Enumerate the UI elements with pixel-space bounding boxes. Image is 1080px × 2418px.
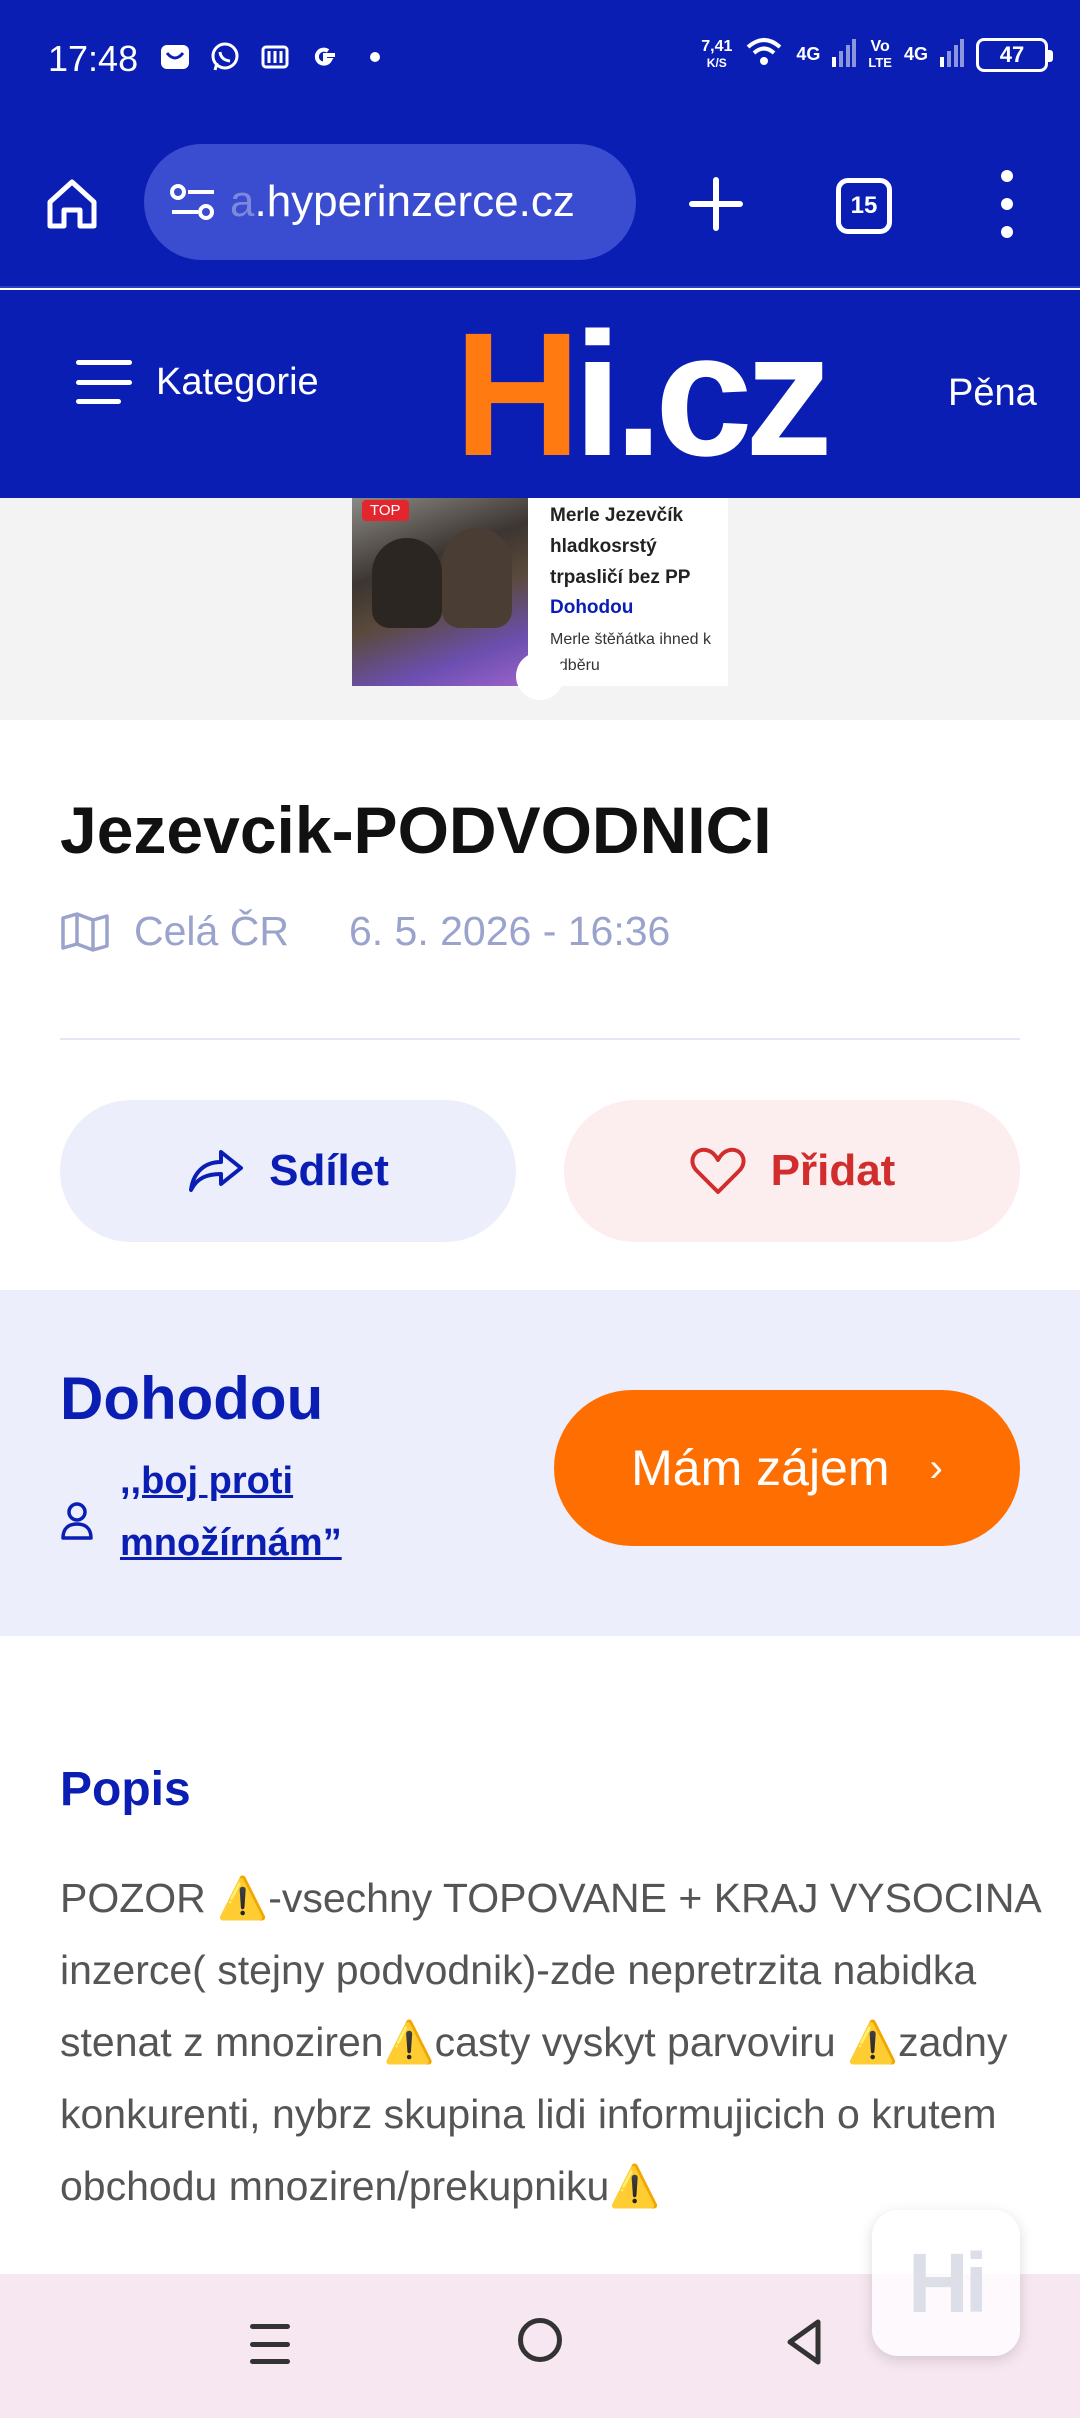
- new-tab-button[interactable]: [684, 172, 748, 236]
- plus-icon: [689, 177, 743, 231]
- top-badge: TOP: [362, 500, 409, 521]
- net-speed-value: 7,41: [701, 37, 733, 55]
- promo-strip: TOP Merle Jezevčík hladkosrstý trpasličí…: [0, 498, 1080, 720]
- back-button[interactable]: [784, 2318, 824, 2366]
- header-right-link[interactable]: Pěna: [948, 372, 1037, 415]
- home-button[interactable]: [40, 172, 104, 236]
- battery-icon: 47: [976, 37, 1053, 72]
- volte: Vo LTE: [868, 37, 892, 71]
- recents-button[interactable]: [250, 2324, 290, 2364]
- listing-title: Jezevcik-PODVODNICI: [60, 793, 772, 867]
- description-text: POZOR ⚠️-vsechny TOPOVANE + KRAJ VYSOCIN…: [60, 1875, 1040, 2209]
- promo-price: Dohodou: [550, 597, 634, 618]
- share-icon: [189, 1150, 244, 1192]
- add-label: Přidat: [770, 1146, 896, 1195]
- url-text: a.hyperinzerce.cz: [230, 177, 575, 227]
- browser-menu-button[interactable]: [990, 170, 1024, 238]
- network-type-2: 4G: [903, 44, 928, 64]
- share-button[interactable]: Sdílet: [60, 1100, 516, 1242]
- share-label: Sdílet: [269, 1146, 389, 1195]
- address-bar[interactable]: a.hyperinzerce.cz: [144, 144, 636, 260]
- net-speed: 7,41 K/S: [701, 37, 733, 71]
- network-type-1: 4G: [796, 44, 821, 64]
- home-icon: [47, 179, 97, 229]
- description-section: Popis POZOR ⚠️-vsechny TOPOVANE + KRAJ V…: [0, 1636, 1080, 2276]
- categories-button[interactable]: Kategorie: [76, 360, 319, 404]
- interest-button[interactable]: Mám zájem ›: [554, 1390, 1020, 1546]
- categories-label: Kategorie: [156, 360, 319, 403]
- wifi-icon: [744, 36, 784, 73]
- site-logo[interactable]: Hi.cz: [454, 307, 833, 483]
- screen: 17:48 7,41 K/S 4G Vo LTE 4G 47 a.hyperin…: [0, 0, 1080, 2418]
- price: Dohodou: [60, 1365, 324, 1432]
- listing-meta: Celá ČR 6. 5. 2026 - 16:36: [60, 908, 670, 955]
- logo-rest: i.cz: [573, 297, 833, 493]
- divider: [60, 1038, 1020, 1040]
- listing-date: 6. 5. 2026 - 16:36: [348, 908, 671, 954]
- map-icon: [61, 911, 109, 952]
- browser-toolbar: a.hyperinzerce.cz 15: [0, 120, 1080, 288]
- tab-switcher-button[interactable]: 15: [836, 178, 892, 234]
- promo-title: Merle Jezevčík hladkosrstý trpasličí bez…: [550, 505, 691, 588]
- menu-dot: [1001, 198, 1013, 210]
- news-icon: [258, 40, 292, 74]
- site-header: Kategorie Hi.cz Pěna: [0, 290, 1080, 498]
- menu-dot: [1001, 226, 1013, 238]
- menu-dot: [1001, 170, 1013, 182]
- url-domain: .hyperinzerce.cz: [254, 177, 575, 226]
- chevron-right-icon: ›: [929, 1445, 943, 1490]
- signal-icon: [832, 37, 857, 72]
- seller-name-link[interactable]: ,,boj proti množírnám”: [120, 1450, 380, 1574]
- dog-shape: [372, 538, 442, 628]
- listing-location: Celá ČR: [134, 908, 289, 954]
- heart-icon: [690, 1147, 746, 1194]
- logo-h: H: [454, 297, 581, 493]
- volte-bottom: LTE: [868, 54, 892, 70]
- google-icon: [308, 40, 342, 74]
- site-settings-icon[interactable]: [168, 182, 218, 222]
- interest-label: Mám zájem: [631, 1440, 890, 1496]
- notification-icons: [158, 40, 392, 74]
- system-status: 7,41 K/S 4G Vo LTE 4G 47: [701, 36, 1053, 73]
- url-fade: a: [230, 177, 255, 226]
- hamburger-icon: [76, 360, 132, 404]
- seller-row: ,,boj proti množírnám”: [60, 1450, 380, 1574]
- promo-text: Merle Jezevčík hladkosrstý trpasličí bez…: [550, 500, 720, 679]
- dog-shape: [442, 528, 512, 628]
- listing-header: Jezevcik-PODVODNICI Celá ČR 6. 5. 2026 -…: [0, 720, 1080, 1290]
- nav-home-button[interactable]: [518, 2318, 562, 2362]
- promo-subtitle: Merle štěňátka ihned k odběru: [550, 631, 711, 674]
- volte-top: Vo: [870, 37, 890, 55]
- whatsapp-icon: [208, 40, 242, 74]
- hi-floating-button[interactable]: Hi: [872, 2210, 1020, 2356]
- dot-icon: [358, 40, 392, 74]
- mail-icon: [158, 40, 192, 74]
- seller-panel: Dohodou ,,boj proti množírnám” Mám zájem…: [0, 1290, 1080, 1636]
- status-bar: 17:48 7,41 K/S 4G Vo LTE 4G 47: [0, 0, 1080, 120]
- add-favorite-button[interactable]: Přidat: [564, 1100, 1020, 1242]
- status-time: 17:48: [48, 38, 139, 79]
- description-heading: Popis: [60, 1763, 191, 1816]
- carousel-dot[interactable]: [516, 652, 564, 700]
- promo-image: TOP: [352, 498, 528, 686]
- net-speed-unit: K/S: [706, 55, 727, 70]
- signal-icon-2: [940, 37, 964, 72]
- user-icon: [61, 1502, 93, 1540]
